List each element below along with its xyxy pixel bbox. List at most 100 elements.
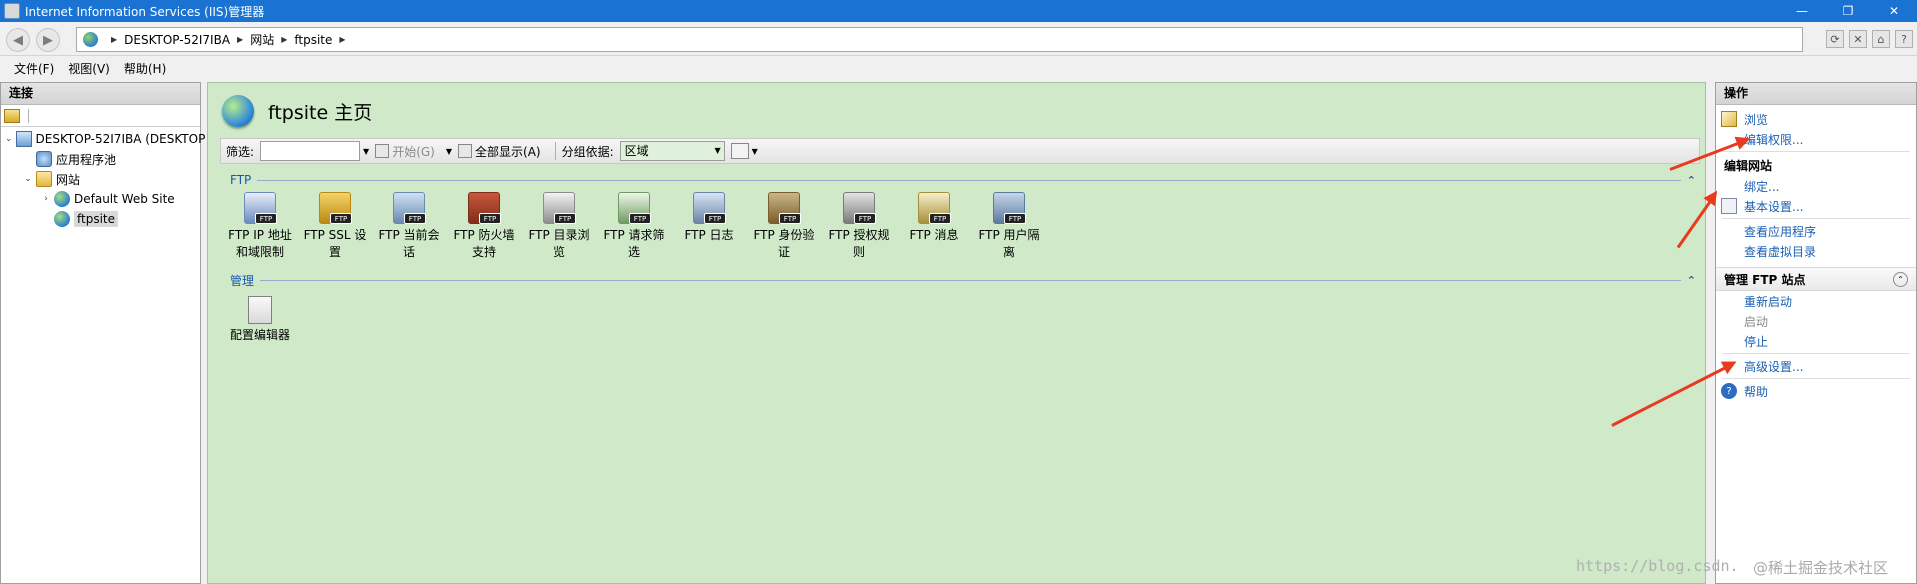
feature-ftp-11[interactable]: FTP FTP 用户隔离	[971, 192, 1047, 261]
computer-icon	[15, 131, 32, 147]
action-view-virtual-dirs[interactable]: 查看虚拟目录	[1716, 241, 1916, 261]
chevron-right-icon[interactable]: ▶	[237, 35, 243, 44]
minimize-button[interactable]: —	[1779, 0, 1825, 22]
breadcrumb: ▶ DESKTOP-52I7IBA ▶ 网站 ▶ ftpsite ▶	[104, 31, 353, 48]
section-ftp[interactable]: FTP ⌃	[230, 172, 1696, 188]
action-advanced-settings[interactable]: 高级设置...	[1716, 356, 1916, 376]
ftp-badge: FTP	[854, 213, 876, 224]
tree-label-default-site: Default Web Site	[74, 192, 175, 206]
connections-title: 连接	[1, 83, 200, 105]
collapse-icon[interactable]: ⌄	[23, 174, 33, 184]
tree-node-sites[interactable]: ⌄ 网站	[1, 169, 200, 189]
feature-label: FTP 请求筛	[603, 228, 665, 242]
feature-label: 离	[1002, 245, 1015, 259]
expand-icon[interactable]: ›	[41, 194, 51, 204]
feature-ftp-4[interactable]: FTP FTP 防火墙 支持	[446, 192, 522, 261]
chevron-down-icon[interactable]: ▼	[363, 147, 369, 156]
section-management[interactable]: 管理 ⌃	[230, 272, 1696, 288]
show-all-button[interactable]: 全部显示(A)	[458, 143, 541, 160]
forward-arrow-icon: ▶	[43, 32, 53, 48]
feature-ftp-6[interactable]: FTP FTP 请求筛选	[596, 192, 672, 261]
collapse-icon[interactable]: ⌃	[1687, 174, 1696, 187]
feature-ftp-10[interactable]: FTP FTP 消息	[896, 192, 972, 244]
feature-label: FTP 目录浏	[528, 228, 590, 242]
tree-node-server[interactable]: ⌄ DESKTOP-52I7IBA (DESKTOP	[1, 129, 205, 149]
tree-node-app-pools[interactable]: 应用程序池	[1, 149, 200, 169]
actions-title: 操作	[1716, 83, 1916, 105]
feature-ftp-2[interactable]: FTP FTP SSL 设置	[297, 192, 373, 261]
feature-ftp-5[interactable]: FTP FTP 目录浏览	[521, 192, 597, 261]
iis-app-icon	[4, 3, 20, 19]
actions-pane: 操作 浏览 编辑权限... 编辑网站 绑定... 基本设置... 查看应用程序 …	[1715, 82, 1917, 584]
feature-ftp-3[interactable]: FTP FTP 当前会话	[371, 192, 447, 261]
forward-button[interactable]: ▶	[36, 28, 60, 52]
ftp-badge: FTP	[779, 213, 801, 224]
start-filter-button[interactable]: 开始(G)	[375, 143, 435, 160]
globe-icon	[54, 211, 70, 227]
refresh-icon[interactable]: ⟳	[1826, 30, 1844, 48]
breadcrumb-sites[interactable]: 网站	[250, 31, 274, 48]
filter-input[interactable]	[260, 141, 361, 161]
collapse-icon[interactable]: ⌄	[5, 134, 13, 144]
feature-label: 置	[328, 245, 341, 259]
ftp-feature-icon: FTP	[319, 192, 352, 224]
ftp-badge: FTP	[255, 213, 277, 224]
feature-config-editor[interactable]: 配置编辑器	[222, 296, 298, 344]
close-button[interactable]: ✕	[1871, 0, 1917, 22]
feature-label: FTP 当前会	[378, 228, 440, 242]
action-basic-settings[interactable]: 基本设置...	[1716, 196, 1916, 216]
action-restart[interactable]: 重新启动	[1716, 291, 1916, 311]
chevron-right-icon[interactable]: ▶	[111, 35, 117, 44]
feature-ftp-8[interactable]: FTP FTP 身份验证	[746, 192, 822, 261]
stop-icon[interactable]: ✕	[1849, 30, 1867, 48]
action-start[interactable]: 启动	[1716, 311, 1916, 331]
app-pool-icon	[36, 151, 52, 167]
action-browse[interactable]: 浏览	[1716, 109, 1916, 129]
home-icon[interactable]: ⌂	[1872, 30, 1890, 48]
watermark-brand: @稀土掘金技术社区	[1753, 559, 1889, 577]
action-view-applications[interactable]: 查看应用程序	[1716, 221, 1916, 241]
tree-node-default-site[interactable]: › Default Web Site	[1, 189, 200, 209]
view-mode-icon[interactable]	[730, 143, 749, 159]
menu-file[interactable]: 文件(F)	[14, 60, 54, 77]
ftp-badge: FTP	[929, 213, 951, 224]
group-by-select[interactable]: 区域 ▼	[619, 141, 725, 161]
tree-label-server: DESKTOP-52I7IBA (DESKTOP	[35, 132, 206, 146]
ftp-feature-icon: FTP	[993, 192, 1026, 224]
restore-button[interactable]: ❐	[1825, 0, 1871, 22]
menu-view[interactable]: 视图(V)	[68, 60, 110, 77]
tree-node-ftpsite[interactable]: ftpsite	[1, 209, 200, 229]
breadcrumb-server[interactable]: DESKTOP-52I7IBA	[124, 33, 230, 47]
back-button[interactable]: ◀	[6, 28, 30, 52]
sites-folder-icon	[36, 171, 52, 187]
ftp-feature-icon: FTP	[843, 192, 876, 224]
action-help[interactable]: ? 帮助	[1716, 381, 1916, 401]
feature-ftp-1[interactable]: FTP FTP IP 地址 和域限制	[222, 192, 298, 261]
ftp-feature-icon: FTP	[618, 192, 651, 224]
chevron-down-icon[interactable]: ▼	[446, 147, 452, 156]
feature-ftp-7[interactable]: FTP FTP 日志	[671, 192, 747, 244]
action-bindings[interactable]: 绑定...	[1716, 176, 1916, 196]
edit-site-heading: 编辑网站	[1724, 158, 1773, 173]
config-editor-icon	[248, 296, 272, 324]
feature-label: FTP SSL 设	[303, 228, 367, 242]
chevron-right-icon[interactable]: ▶	[339, 35, 345, 44]
breadcrumb-ftpsite[interactable]: ftpsite	[294, 33, 332, 47]
back-arrow-icon: ◀	[13, 32, 23, 48]
manage-ftp-site-heading[interactable]: 管理 FTP 站点 ⌃	[1716, 267, 1916, 291]
help-icon[interactable]: ?	[1895, 30, 1913, 48]
connect-icon[interactable]	[4, 108, 20, 123]
feature-ftp-9[interactable]: FTP FTP 授权规则	[821, 192, 897, 261]
address-field[interactable]: ▶ DESKTOP-52I7IBA ▶ 网站 ▶ ftpsite ▶	[76, 27, 1803, 52]
menu-help[interactable]: 帮助(H)	[124, 60, 166, 77]
globe-icon	[54, 191, 70, 207]
funnel-icon	[375, 144, 390, 158]
collapse-icon[interactable]: ⌃	[1893, 271, 1908, 287]
ftp-feature-icon: FTP	[693, 192, 726, 224]
chevron-down-icon: ▼	[714, 146, 721, 155]
chevron-down-icon[interactable]: ▼	[752, 147, 758, 156]
action-stop[interactable]: 停止	[1716, 331, 1916, 351]
chevron-right-icon[interactable]: ▶	[281, 35, 287, 44]
collapse-icon[interactable]: ⌃	[1687, 274, 1696, 287]
ftp-badge: FTP	[330, 213, 352, 224]
